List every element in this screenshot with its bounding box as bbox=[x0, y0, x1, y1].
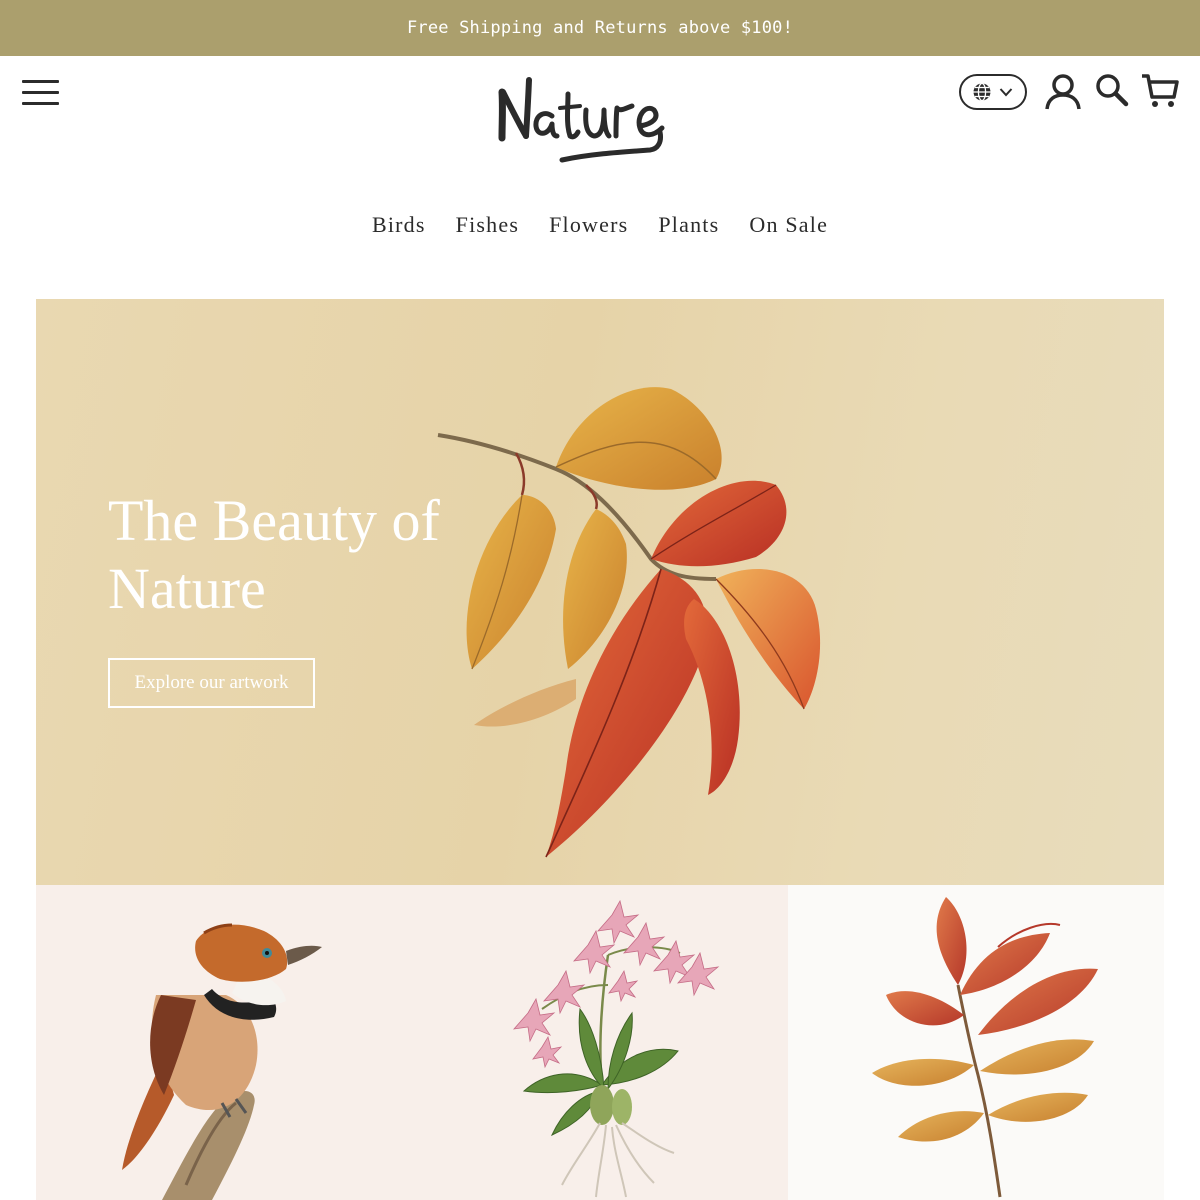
hero-title-line-2: Nature bbox=[108, 556, 266, 621]
announcement-text: Free Shipping and Returns above $100! bbox=[406, 18, 794, 38]
globe-icon bbox=[973, 82, 991, 102]
orchid-illustration bbox=[512, 899, 720, 1198]
nav-item-on-sale[interactable]: On Sale bbox=[749, 212, 828, 238]
bird-illustration bbox=[122, 923, 322, 1200]
hamburger-menu-icon[interactable] bbox=[22, 80, 60, 108]
main-nav: Birds Fishes Flowers Plants On Sale bbox=[0, 212, 1200, 238]
announcement-bar: Free Shipping and Returns above $100! bbox=[0, 0, 1200, 56]
cart-icon[interactable] bbox=[1141, 73, 1179, 109]
nav-item-flowers[interactable]: Flowers bbox=[549, 212, 628, 238]
collection-tile-bird[interactable] bbox=[36, 885, 412, 1200]
collection-tiles bbox=[36, 885, 1164, 1200]
hero-title-line-1: The Beauty of bbox=[108, 488, 440, 553]
nav-item-birds[interactable]: Birds bbox=[372, 212, 426, 238]
chevron-down-icon bbox=[999, 88, 1013, 97]
collection-tile-plant[interactable] bbox=[788, 885, 1164, 1200]
collection-tile-flower[interactable] bbox=[412, 885, 788, 1200]
explore-artwork-button[interactable]: Explore our artwork bbox=[108, 658, 315, 708]
nav-item-plants[interactable]: Plants bbox=[658, 212, 719, 238]
site-logo[interactable] bbox=[490, 72, 710, 176]
leaf-branch-illustration bbox=[872, 897, 1098, 1198]
hero-title: The Beauty of Nature bbox=[108, 487, 508, 623]
nav-item-fishes[interactable]: Fishes bbox=[456, 212, 519, 238]
user-icon[interactable] bbox=[1044, 73, 1082, 111]
search-icon[interactable] bbox=[1094, 72, 1130, 108]
locale-selector[interactable] bbox=[959, 74, 1027, 110]
hero-banner: The Beauty of Nature Explore our artwork bbox=[36, 299, 1164, 885]
site-header: Birds Fishes Flowers Plants On Sale bbox=[0, 56, 1200, 298]
